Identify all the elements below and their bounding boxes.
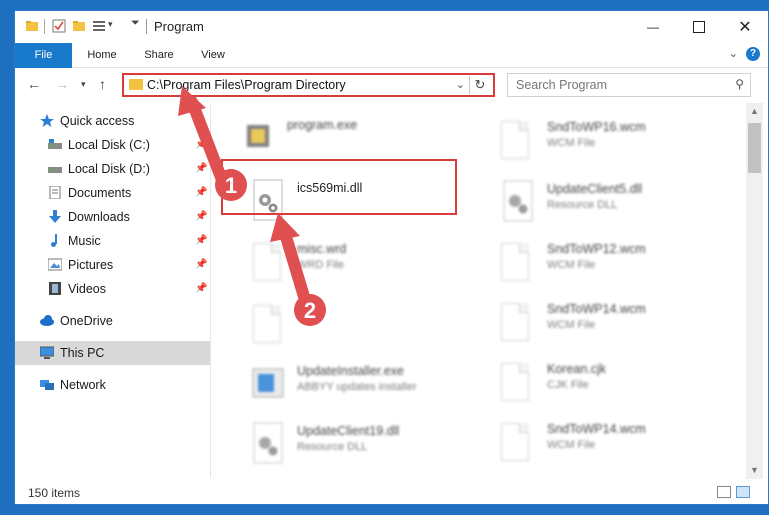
search-input[interactable]: Search Program ⚲ bbox=[507, 73, 751, 97]
large-icons-view-icon[interactable] bbox=[736, 486, 750, 498]
window-title: Program bbox=[154, 19, 204, 34]
file-icon bbox=[501, 363, 529, 401]
ribbon: File Home Share View ⌄ ? bbox=[15, 43, 768, 99]
file-item[interactable]: SndToWP14.wcm WCM File bbox=[501, 299, 731, 355]
download-icon bbox=[49, 210, 61, 223]
dll-gear-icon bbox=[503, 180, 533, 222]
file-item[interactable]: SndToWP12.wcm WCM File bbox=[501, 239, 731, 295]
sidebar-item-local-disk-d[interactable]: Local Disk (D:) 📌 bbox=[15, 157, 210, 181]
close-button[interactable]: ✕ bbox=[722, 11, 768, 43]
title-bar: ▾ ⏷ Program — ✕ bbox=[15, 11, 768, 43]
computer-icon bbox=[40, 346, 54, 359]
quick-access-menu-icon[interactable]: ⏷ bbox=[131, 17, 140, 30]
new-folder-icon[interactable] bbox=[72, 19, 86, 33]
close-icon: ✕ bbox=[738, 19, 752, 36]
dll-gear-icon bbox=[253, 422, 283, 464]
pin-icon[interactable]: 📌 bbox=[195, 133, 207, 157]
file-icon bbox=[501, 303, 529, 341]
tab-home[interactable]: Home bbox=[77, 43, 127, 67]
star-icon bbox=[40, 114, 54, 127]
status-bar: 150 items bbox=[15, 481, 768, 504]
documents-icon bbox=[49, 186, 61, 199]
sidebar-item-documents[interactable]: Documents 📌 bbox=[15, 181, 210, 205]
minimize-button[interactable]: — bbox=[630, 11, 676, 43]
recent-locations-icon[interactable]: ▾ bbox=[81, 79, 86, 90]
sidebar-item-quick-access[interactable]: Quick access bbox=[15, 109, 210, 133]
file-item[interactable]: UpdateClient19.dll Resource DLL bbox=[251, 421, 451, 477]
videos-icon bbox=[49, 282, 61, 295]
maximize-icon bbox=[693, 21, 705, 33]
customize-icon[interactable] bbox=[92, 19, 106, 33]
forward-arrow-icon[interactable]: → bbox=[55, 76, 69, 92]
file-icon bbox=[253, 305, 281, 343]
file-item[interactable]: SndToWP14.wcm WCM File bbox=[501, 419, 731, 475]
vertical-scrollbar[interactable]: ▲ ▼ bbox=[746, 103, 763, 479]
file-item[interactable]: UpdateInstaller.exe ABBYY updates instal… bbox=[251, 361, 451, 417]
sidebar-item-music[interactable]: Music 📌 bbox=[15, 229, 210, 253]
dropdown-icon[interactable]: ▾ bbox=[108, 19, 113, 30]
cloud-icon bbox=[40, 315, 54, 326]
pin-icon[interactable]: 📌 bbox=[195, 277, 207, 301]
sidebar-item-downloads[interactable]: Downloads 📌 bbox=[15, 205, 210, 229]
scroll-thumb[interactable] bbox=[748, 123, 761, 173]
scroll-up-icon[interactable]: ▲ bbox=[746, 103, 763, 120]
minimize-icon: — bbox=[647, 20, 659, 34]
file-item[interactable] bbox=[251, 301, 451, 357]
music-icon bbox=[51, 234, 57, 247]
pin-icon[interactable]: 📌 bbox=[195, 205, 207, 229]
file-item[interactable]: misc.wrd WRD File bbox=[251, 239, 451, 295]
file-icon bbox=[501, 243, 529, 281]
drive-icon bbox=[48, 139, 62, 149]
tab-share[interactable]: Share bbox=[135, 43, 183, 67]
file-item[interactable]: Korean.cjk CJK File bbox=[501, 359, 731, 415]
network-icon bbox=[40, 380, 54, 390]
help-button[interactable]: ? bbox=[746, 47, 760, 61]
address-bar[interactable]: C:\Program Files\Program Directory ⌄ ↻ bbox=[122, 73, 495, 97]
address-dropdown-icon[interactable]: ⌄ bbox=[456, 78, 465, 91]
sidebar-item-onedrive[interactable]: OneDrive bbox=[15, 309, 210, 333]
sidebar-item-videos[interactable]: Videos 📌 bbox=[15, 277, 210, 301]
sidebar-item-this-pc[interactable]: This PC bbox=[15, 341, 210, 365]
search-icon: ⚲ bbox=[735, 77, 744, 91]
file-icon bbox=[501, 121, 529, 159]
sidebar-item-pictures[interactable]: Pictures 📌 bbox=[15, 253, 210, 277]
maximize-button[interactable] bbox=[676, 11, 722, 43]
installer-icon bbox=[252, 368, 284, 398]
navigation-pane: Quick access Local Disk (C:) 📌 Local Dis… bbox=[15, 103, 210, 481]
details-view-icon[interactable] bbox=[717, 486, 731, 498]
folder-icon bbox=[129, 79, 143, 90]
tab-view[interactable]: View bbox=[191, 43, 235, 67]
item-count: 150 items bbox=[28, 486, 81, 500]
file-icon bbox=[253, 243, 281, 281]
refresh-icon[interactable]: ↻ bbox=[469, 76, 490, 94]
pin-icon[interactable]: 📌 bbox=[195, 253, 207, 277]
sidebar-item-network[interactable]: Network bbox=[15, 373, 210, 397]
exe-icon bbox=[247, 125, 269, 147]
sidebar-item-local-disk-c[interactable]: Local Disk (C:) 📌 bbox=[15, 133, 210, 157]
pictures-icon bbox=[48, 258, 62, 271]
file-item[interactable]: SndToWP16.wcm WCM File bbox=[501, 117, 731, 173]
drive-icon bbox=[48, 167, 62, 173]
properties-icon[interactable] bbox=[52, 19, 66, 33]
pin-icon[interactable]: 📌 bbox=[195, 229, 207, 253]
pin-icon[interactable]: 📌 bbox=[195, 157, 207, 181]
expand-ribbon-icon[interactable]: ⌄ bbox=[729, 47, 738, 60]
pin-icon[interactable]: 📌 bbox=[195, 181, 207, 205]
file-icon bbox=[501, 423, 529, 461]
file-item[interactable]: UpdateClient5.dll Resource DLL bbox=[501, 179, 731, 235]
scroll-down-icon[interactable]: ▼ bbox=[746, 462, 763, 479]
highlight-box bbox=[221, 159, 457, 215]
back-arrow-icon[interactable]: ← bbox=[27, 76, 41, 92]
address-path[interactable]: C:\Program Files\Program Directory bbox=[147, 78, 346, 92]
explorer-window: ▾ ⏷ Program — ✕ File Home Share View ⌄ ?… bbox=[14, 10, 769, 505]
folder-icon bbox=[26, 21, 38, 31]
up-arrow-icon[interactable]: ↑ bbox=[99, 76, 106, 92]
navigation-bar: ← → ▾ ↑ C:\Program Files\Program Directo… bbox=[15, 68, 768, 102]
search-placeholder: Search Program bbox=[516, 78, 608, 92]
